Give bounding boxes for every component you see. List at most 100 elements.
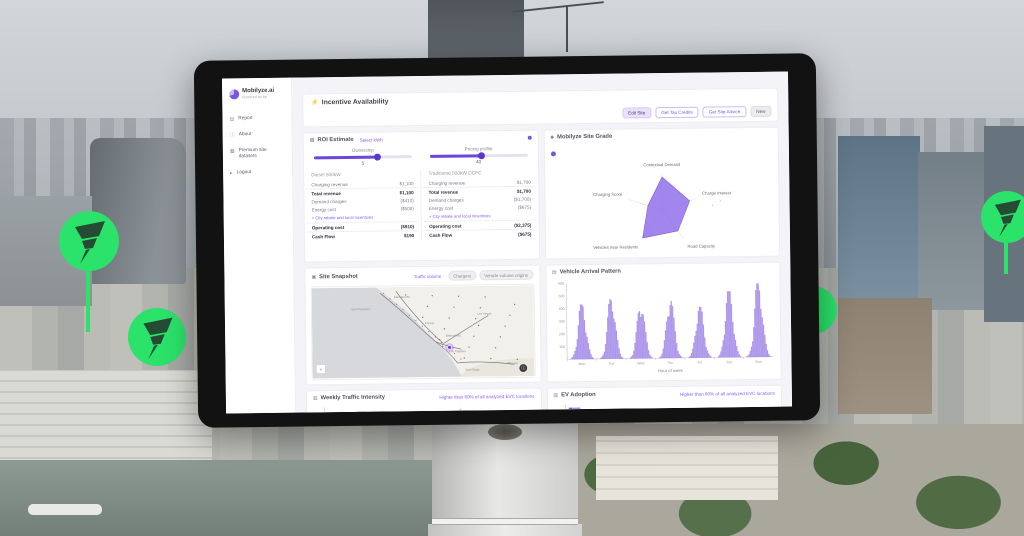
- slider-fill: [430, 154, 481, 158]
- svg-text:Road Capacity: Road Capacity: [687, 243, 715, 248]
- mobilyze-pin-icon: [981, 191, 1024, 243]
- weekly-traffic-chart: volume: [307, 401, 541, 413]
- svg-text:Fri: Fri: [697, 361, 701, 365]
- panel-site-snapshot: ▣ Site Snapshot Traffic volumeChargersVe…: [304, 265, 541, 386]
- toggle-vehicle-volume-origins[interactable]: Vehicle volume origins: [479, 270, 533, 281]
- svg-text:Charge Interest: Charge Interest: [702, 190, 732, 195]
- river-thames: [0, 460, 438, 536]
- sidebar-item-report[interactable]: ▤Report: [222, 114, 291, 125]
- boat: [28, 504, 102, 515]
- radar-icon: ◆: [550, 134, 554, 140]
- svg-text:ⓘ: ⓘ: [521, 365, 526, 372]
- ev-adoption-chart: [547, 398, 781, 413]
- riverside-buildings: [0, 370, 212, 468]
- svg-text:200: 200: [558, 332, 564, 336]
- app-subtitle: powered by bp: [242, 95, 274, 100]
- chart-icon: ▥: [313, 395, 318, 401]
- sidebar-item-label: About: [239, 132, 252, 138]
- toggle-chargers[interactable]: Chargers: [448, 270, 476, 280]
- svg-text:Vehicles near Residents: Vehicles near Residents: [593, 244, 638, 250]
- svg-text:Sacramento: Sacramento: [394, 295, 411, 299]
- monitor-stand-base: [428, 524, 582, 536]
- map-container[interactable]: Sacramento San Francisco Fresno Las Vegas Ba…: [311, 284, 536, 381]
- panel-arrival-pattern: ▤ Vehicle Arrival Pattern 10020030040050…: [545, 262, 782, 383]
- weekly-traffic-link[interactable]: Higher than 80% of all analyzed EVC loca…: [439, 393, 534, 399]
- mobilyze-logo-icon: [229, 89, 239, 99]
- map-icon: ▣: [311, 274, 316, 280]
- pin-stem: [1004, 240, 1008, 274]
- svg-text:Tue: Tue: [608, 362, 614, 366]
- sidebar-nav: ▤Report ⓘAbout ▦ Premium site datasets ▸Logo…: [222, 114, 292, 179]
- legend-dot: [550, 151, 555, 156]
- get-tax-credits-button[interactable]: Get Tax Credits: [655, 107, 699, 119]
- building-brown-right: [838, 298, 932, 414]
- slider-pricing-profile[interactable]: Pricing profile40: [430, 146, 528, 166]
- stand-seam: [432, 518, 578, 525]
- roi-title: ROI Estimate: [317, 137, 353, 143]
- table-row: Cash Flow($675): [424, 229, 536, 240]
- page-header: ⚡ Incentive Availability Edit Site Get Ta…: [302, 88, 778, 128]
- weekly-traffic-title: Weekly Traffic Intensity: [321, 395, 385, 402]
- svg-text:+: +: [711, 202, 714, 207]
- slider-track[interactable]: [314, 155, 412, 159]
- svg-text:San Diego: San Diego: [465, 368, 479, 372]
- svg-text:Hour of week: Hour of week: [657, 368, 683, 373]
- table-row: Cash Flow$190: [307, 230, 419, 241]
- sidebar-item-premium-site-datasets[interactable]: ▦ Premium site datasets: [223, 146, 292, 163]
- settings-dot-icon[interactable]: [527, 136, 531, 140]
- page-title: Incentive Availability: [322, 98, 389, 106]
- logout-icon: ▸: [230, 170, 233, 176]
- header-buttons: Edit Site Get Tax Credits Get Site AdviceN…: [622, 106, 771, 119]
- dashboard-screen: Mobilyze.ai powered by bp ▤ReportⓘAbout▦…: [222, 72, 792, 414]
- slider-fill: [314, 156, 377, 160]
- slider-value: 5: [314, 161, 412, 167]
- new-button[interactable]: New: [750, 106, 771, 117]
- svg-text:Las Vegas: Las Vegas: [477, 312, 492, 316]
- svg-text:Fresno: Fresno: [425, 321, 435, 325]
- scene: Mobilyze.ai powered by bp ▤ReportⓘAbout▦…: [0, 0, 1024, 536]
- site-map[interactable]: Sacramento San Francisco Fresno Las Vegas Ba…: [312, 285, 535, 380]
- roi-column: Traditional 500kW DCFCCharging revenue$1…: [420, 169, 538, 240]
- stand-cable-hole: [488, 424, 522, 440]
- svg-text:Bakersfield: Bakersfield: [446, 333, 461, 337]
- sidebar-item-about[interactable]: ⓘAbout: [223, 130, 292, 141]
- lightning-icon: ⚡: [311, 99, 319, 106]
- grid-icon: ▦: [310, 137, 315, 143]
- roi-column: Diesel 500kWCharging revenue$1,100Total …: [304, 170, 421, 241]
- edit-site-button[interactable]: Edit Site: [622, 107, 651, 118]
- slider-value: 40: [430, 160, 528, 166]
- svg-text:Sun: Sun: [755, 360, 761, 364]
- svg-text:100: 100: [559, 345, 565, 349]
- sidebar-item-label: Premium site datasets: [239, 148, 285, 161]
- app-logo: Mobilyze.ai powered by bp: [222, 88, 291, 101]
- slider-label: Ownership: [314, 147, 412, 153]
- arrival-histogram: 100200300400500600MonTueWedThuFriSatSunH…: [546, 275, 781, 380]
- slider-knob[interactable]: [373, 154, 380, 161]
- ev-adoption-title: EV Adoption: [561, 392, 596, 398]
- slider-knob[interactable]: [477, 152, 484, 159]
- site-grade-title: Mobilyze Site Grade: [557, 134, 612, 141]
- select-kwh-link[interactable]: Select kWh: [360, 137, 383, 142]
- datasets-icon: ▦: [230, 148, 235, 154]
- svg-text:Contextual Demand: Contextual Demand: [643, 162, 681, 167]
- svg-text:300: 300: [558, 320, 564, 324]
- crane-mast: [566, 6, 568, 52]
- get-site-advice-button[interactable]: Get Site Advice: [703, 106, 747, 118]
- panel-ev-adoption: ▥ EV Adoption Higher than 80% of all ana…: [546, 385, 782, 413]
- slider-track[interactable]: [430, 154, 528, 158]
- svg-text:+: +: [719, 198, 722, 203]
- site-snapshot-title: Site Snapshot: [319, 274, 358, 280]
- svg-text:Mon: Mon: [578, 362, 585, 366]
- sidebar-item-logout[interactable]: ▸Logout: [223, 168, 292, 179]
- report-icon: ▤: [229, 116, 234, 122]
- slider-ownership[interactable]: Ownership 5: [314, 147, 412, 167]
- svg-text:500: 500: [558, 294, 564, 298]
- chart-icon: ▥: [553, 392, 558, 398]
- mobilyze-pin-icon: [128, 308, 186, 366]
- panel-grid: ▦ ROI Estimate Select kWh Ownership 5 Pric…: [303, 127, 783, 413]
- ev-adoption-link[interactable]: Higher than 80% of all analyzed EVC loca…: [680, 390, 775, 396]
- toggle-traffic-volume[interactable]: Traffic volume: [410, 272, 445, 280]
- svg-text:600: 600: [558, 282, 564, 286]
- main-area: ⚡ Incentive Availability Edit Site Get Ta…: [292, 72, 792, 413]
- svg-text:San Francisco: San Francisco: [351, 307, 371, 311]
